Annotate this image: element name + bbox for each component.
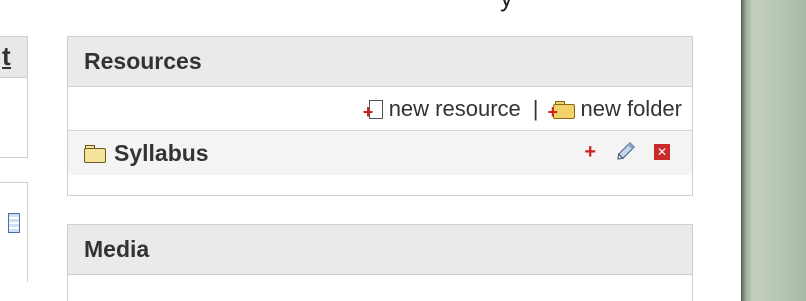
delete-icon[interactable]: ✕ — [654, 144, 670, 160]
left-panel-header: t — [0, 37, 27, 78]
new-folder-label: new folder — [580, 95, 682, 121]
resources-panel: Resources + new resource | + new folder … — [67, 36, 693, 196]
calendar-icon[interactable] — [8, 213, 20, 233]
clipped-heading: y — [500, 0, 513, 13]
resources-actions: + new resource | + new folder — [68, 87, 692, 131]
add-icon[interactable]: + — [584, 142, 596, 162]
new-resource-icon: + — [363, 99, 383, 121]
new-folder-link[interactable]: + new folder — [547, 95, 682, 122]
resource-item-label[interactable]: Syllabus — [114, 140, 209, 167]
left-panel: t — [0, 36, 28, 158]
resources-header: Resources — [68, 37, 692, 87]
new-folder-icon: + — [547, 100, 576, 121]
left-panel-lower — [0, 182, 28, 282]
folder-icon — [84, 145, 106, 163]
page: y t Resources + new resource | + new fol… — [0, 0, 806, 301]
new-resource-link[interactable]: + new resource — [363, 95, 521, 122]
media-header: Media — [68, 225, 692, 275]
left-panel-header-text[interactable]: t — [2, 41, 11, 72]
resource-item-syllabus[interactable]: Syllabus + ✕ — [68, 131, 692, 175]
right-side-panel — [741, 0, 806, 301]
media-panel: Media — [67, 224, 693, 301]
actions-separator: | — [532, 95, 539, 121]
edit-pencil-icon[interactable] — [614, 141, 636, 163]
item-actions: + ✕ — [584, 141, 670, 163]
new-resource-label: new resource — [388, 95, 521, 121]
